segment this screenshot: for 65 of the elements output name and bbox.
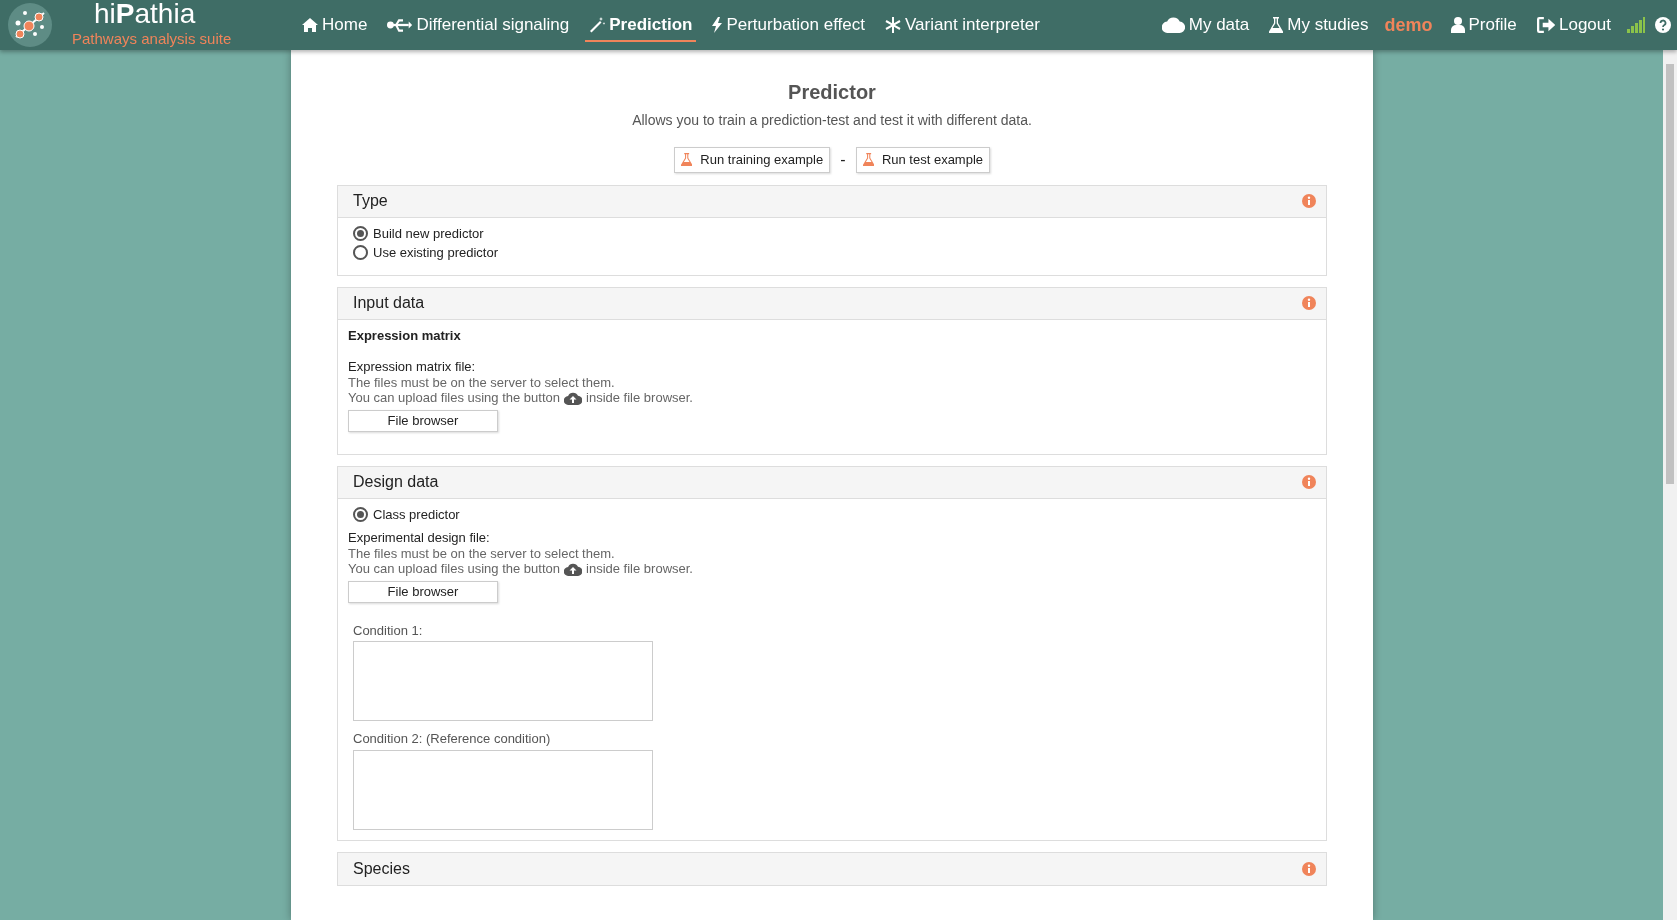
radio-label: Use existing predictor: [373, 245, 498, 261]
radio-button[interactable]: [353, 506, 368, 522]
nav-link[interactable]: Home: [298, 7, 372, 43]
nav-link[interactable]: My data: [1157, 7, 1254, 43]
panel-title: Type: [353, 191, 388, 211]
hint-text: The files must be on the server to select them.: [348, 545, 616, 562]
radio-button[interactable]: [353, 225, 368, 241]
info-icon: [1302, 861, 1316, 876]
cloud-icon: [1161, 16, 1185, 33]
field-label: Condition 1:: [353, 622, 424, 639]
signal-icon: [1627, 17, 1645, 33]
flask-icon: [862, 153, 874, 167]
panel-title: Input data: [353, 293, 425, 314]
example-button[interactable]: Run training example: [673, 147, 831, 173]
nav-link[interactable]: Profile: [1446, 7, 1521, 43]
field-label: Experimental design file:: [348, 530, 491, 546]
scrollbar-thumb[interactable]: [1666, 64, 1674, 484]
field-label: Expression matrix file:: [348, 359, 477, 375]
radio-label: Class predictor: [373, 506, 460, 523]
hint-text: You can upload files using the button: [348, 390, 561, 407]
example-button[interactable]: Run test example: [855, 147, 991, 173]
app-name: hiPathia: [94, 0, 197, 28]
radio-option[interactable]: Use existing predictor: [353, 245, 1316, 261]
hint-text: inside file browser.: [586, 561, 693, 578]
nav-link[interactable]: Perturbation effect: [708, 7, 869, 43]
user-icon: [1450, 16, 1465, 33]
page-subtitle: Allows you to train a prediction-test and test it with different data.: [631, 111, 1033, 130]
nav-link[interactable]: My studies: [1265, 7, 1373, 43]
scrollbar[interactable]: [1663, 50, 1677, 920]
nav-link[interactable]: Differential signaling: [383, 7, 574, 43]
hint-text: The files must be on the server to select them.: [348, 374, 616, 391]
help-icon[interactable]: [1655, 17, 1671, 33]
field-label: Condition 2: (Reference condition): [353, 731, 552, 747]
section-subheading: Expression matrix: [348, 327, 462, 344]
hint-text: You can upload files using the button: [348, 561, 561, 578]
username: demo: [1384, 13, 1433, 37]
file-browser-button[interactable]: File browser: [348, 410, 498, 432]
page-title: Predictor: [787, 80, 877, 104]
separator: -: [840, 149, 846, 170]
sign-out-icon: [1536, 16, 1555, 33]
info-icon: [1302, 475, 1316, 490]
file-browser-button[interactable]: File browser: [348, 581, 498, 603]
radio-option[interactable]: Build new predictor: [353, 225, 1316, 242]
lightning-icon: [712, 16, 723, 33]
panel-title: Species: [353, 858, 410, 879]
app-tagline: Pathways analysis suite: [72, 28, 232, 49]
home-icon: [302, 16, 318, 33]
molecule-logo: [8, 3, 52, 47]
info-icon: [1302, 296, 1316, 311]
flask-icon: [1269, 16, 1284, 33]
cloud-upload-icon: [564, 391, 583, 405]
radio-label: Build new predictor: [373, 225, 484, 242]
radio-button[interactable]: [353, 245, 368, 261]
radio-option[interactable]: Class predictor: [353, 506, 1316, 523]
hint-text: inside file browser.: [586, 390, 693, 407]
nav-link[interactable]: Logout: [1532, 7, 1615, 43]
flask-icon: [680, 153, 693, 167]
nav-link[interactable]: Prediction: [585, 7, 697, 43]
magic-wand-icon: [589, 16, 606, 33]
info-icon: [1302, 194, 1316, 208]
nav-link[interactable]: Variant interpreter: [881, 7, 1044, 43]
asterisk-icon: [885, 16, 901, 33]
panel-title: Design data: [353, 472, 439, 493]
cloud-upload-icon: [564, 562, 583, 576]
usb-icon: [387, 16, 413, 33]
